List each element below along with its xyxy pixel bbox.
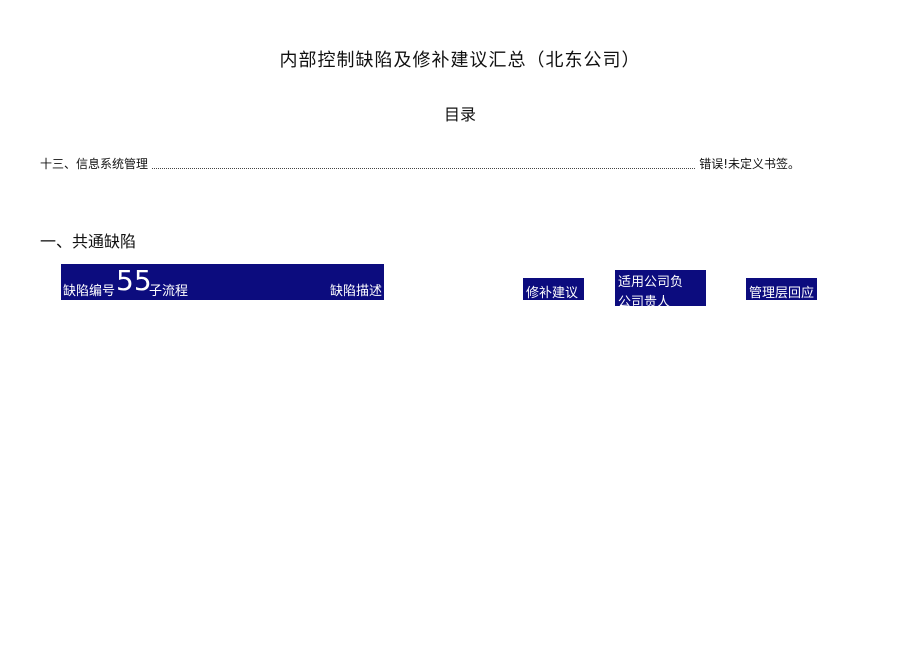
toc-heading: 目录 xyxy=(443,105,476,124)
applicable-company-line2: 公司贵人 xyxy=(618,295,671,306)
subprocess-label: 子流程 xyxy=(149,284,189,299)
defect-big-number: 55 xyxy=(116,264,152,297)
toc-entry-label: 十三、信息系统管理 xyxy=(40,156,149,171)
table-header-cell-remediation: 修补建议 xyxy=(523,278,584,300)
table-header-cell-defect: 缺陷编号 55 子流程 缺陷描述 xyxy=(61,264,384,300)
section-heading: 一、共通缺陷 xyxy=(40,232,137,251)
table-header-cell-management-response: 管理层回应 xyxy=(746,278,817,300)
remediation-label: 修补建议 xyxy=(526,286,579,300)
table-header-cell-applicable-company: 适用公司负 公司贵人 xyxy=(615,270,706,306)
toc-entry-reference: 错误!未定义书签。 xyxy=(699,156,800,171)
toc-dot-leader xyxy=(152,158,696,169)
applicable-company-line1: 适用公司负 xyxy=(618,275,684,290)
management-response-label: 管理层回应 xyxy=(749,286,815,300)
toc-entry[interactable]: 十三、信息系统管理 错误!未定义书签。 xyxy=(40,154,800,172)
defect-description-label: 缺陷描述 xyxy=(329,284,382,299)
defect-id-label: 缺陷编号 xyxy=(63,284,116,299)
document-title: 内部控制缺陷及修补建议汇总（北东公司） xyxy=(279,50,641,71)
